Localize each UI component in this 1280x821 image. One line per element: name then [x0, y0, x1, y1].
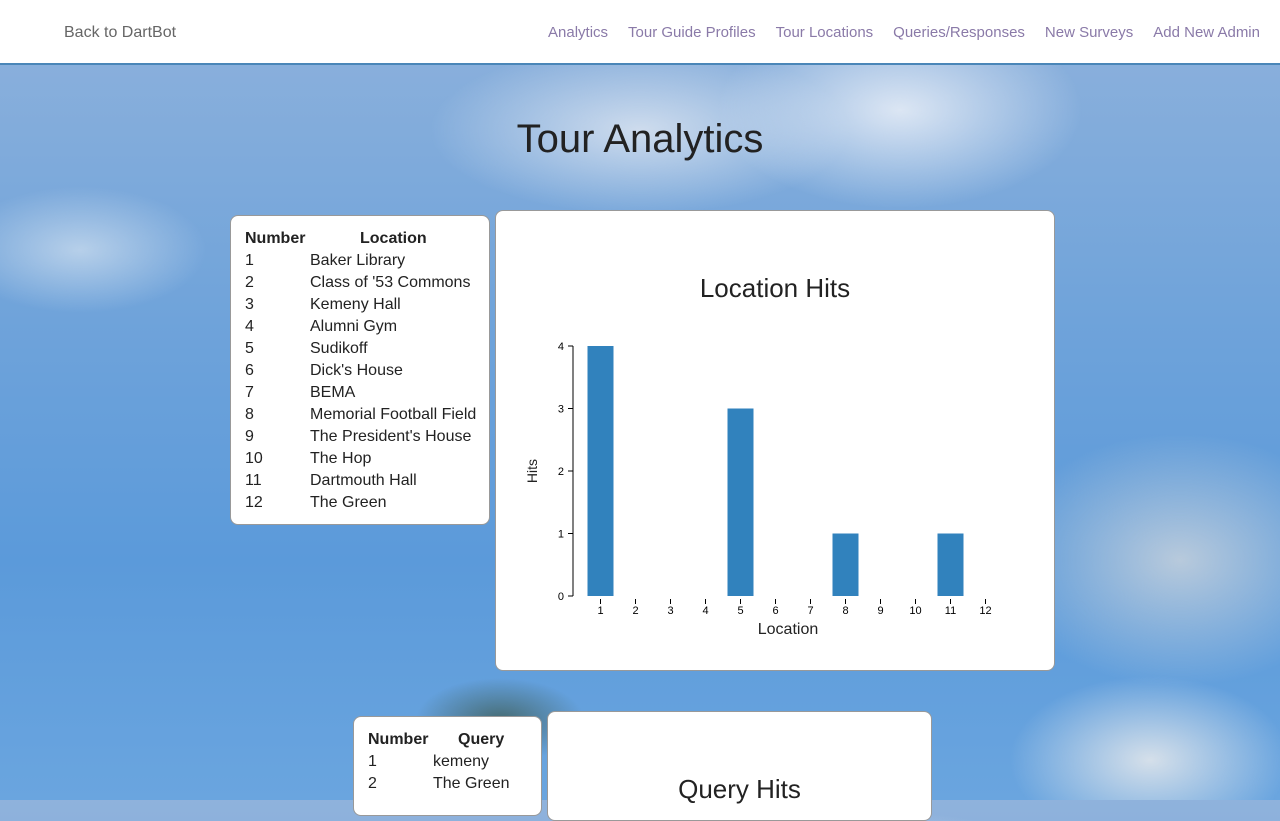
y-tick-label: 4: [558, 341, 564, 353]
table-row: 2 The Green: [368, 773, 509, 795]
page-title: Tour Analytics: [516, 117, 764, 161]
bar: [587, 346, 614, 596]
row-number: 2: [368, 775, 377, 792]
table-row: 8 Memorial Football Field: [245, 404, 476, 426]
row-number: 6: [245, 362, 254, 379]
nav-link-tour-guide-profiles[interactable]: Tour Guide Profiles: [628, 24, 756, 41]
table-row: 4 Alumni Gym: [245, 316, 476, 338]
bar: [727, 408, 754, 596]
row-location-name: Sudikoff: [310, 340, 368, 357]
x-tick-label: 12: [979, 605, 991, 617]
nav-link-tour-locations[interactable]: Tour Locations: [776, 24, 874, 41]
table-row: 9 The President's House: [245, 426, 476, 448]
row-number: 7: [245, 384, 254, 401]
row-location-name: BEMA: [310, 384, 356, 401]
table-header-row: Number Query: [368, 729, 509, 751]
column-header-query: Query: [458, 731, 505, 748]
row-location-name: The President's House: [310, 428, 472, 445]
y-tick-label: 0: [558, 591, 564, 603]
x-axis-label: Location: [758, 621, 819, 638]
x-tick-label: 5: [737, 605, 743, 617]
row-number: 3: [245, 296, 254, 313]
table-row: 1 kemeny: [368, 751, 509, 773]
nav-links: Analytics Tour Guide Profiles Tour Locat…: [548, 24, 1260, 41]
row-location-name: Memorial Football Field: [310, 406, 477, 423]
table-row: 11 Dartmouth Hall: [245, 470, 476, 492]
column-header-number: Number: [245, 230, 306, 247]
row-number: 2: [245, 274, 254, 291]
row-location-name: Class of '53 Commons: [310, 274, 471, 291]
row-location-name: Alumni Gym: [310, 318, 398, 335]
table-row: 6 Dick's House: [245, 360, 476, 382]
row-number: 12: [245, 494, 263, 511]
row-number: 5: [245, 340, 254, 357]
x-tick-label: 6: [772, 605, 778, 617]
table-row: 1 Baker Library: [245, 250, 476, 272]
row-number: 8: [245, 406, 254, 423]
table-row: 3 Kemeny Hall: [245, 294, 476, 316]
query-hits-chart-card: Query Hits: [547, 711, 932, 821]
navbar: Back to DartBot Analytics Tour Guide Pro…: [0, 0, 1280, 65]
row-number: 9: [245, 428, 254, 445]
row-location-name: The Green: [310, 494, 387, 511]
row-location-name: Dick's House: [310, 362, 403, 379]
row-number: 1: [368, 753, 377, 770]
x-tick-label: 7: [807, 605, 813, 617]
row-location-name: Baker Library: [310, 252, 406, 269]
nav-link-queries-responses[interactable]: Queries/Responses: [893, 24, 1025, 41]
table-header-row: Number Location: [245, 228, 476, 250]
x-tick-label: 8: [842, 605, 848, 617]
nav-link-new-surveys[interactable]: New Surveys: [1045, 24, 1133, 41]
table-row: 7 BEMA: [245, 382, 476, 404]
y-tick-label: 1: [558, 529, 564, 541]
nav-link-add-new-admin[interactable]: Add New Admin: [1153, 24, 1260, 41]
column-header-location: Location: [360, 230, 427, 247]
table-row: 2 Class of '53 Commons: [245, 272, 476, 294]
row-number: 10: [245, 450, 263, 467]
location-hits-chart: 012341 2 3 4 5 6 7 8 9 10 11 12LocationHits: [524, 341, 992, 638]
row-location-name: Kemeny Hall: [310, 296, 401, 313]
row-query-text: The Green: [433, 775, 510, 792]
bar: [832, 533, 859, 596]
x-tick-label: 2: [632, 605, 638, 617]
x-tick-label: 9: [877, 605, 883, 617]
x-tick-label: 4: [702, 605, 708, 617]
y-tick-label: 3: [558, 404, 564, 416]
x-tick-label: 10: [909, 605, 921, 617]
column-header-number: Number: [368, 731, 429, 748]
x-tick-label: 11: [945, 605, 956, 617]
query-legend-table: Number Query 1 kemeny 2 The Green: [368, 729, 509, 795]
location-legend-table: Number Location 1 Baker Library 2 Class of …: [245, 228, 476, 514]
query-chart-title: Query Hits: [678, 774, 801, 804]
row-number: 11: [245, 472, 262, 489]
row-location-name: The Hop: [310, 450, 372, 467]
table-row: 12 The Green: [245, 492, 476, 514]
location-hits-chart-card: Location Hits 0 1 2 3 4 1 2 3 4 5 6 7 8 9 10 11 12 Locati…: [495, 210, 1055, 671]
row-number: 4: [245, 318, 254, 335]
bar: [937, 533, 964, 596]
y-tick-label: 2: [558, 466, 564, 478]
table-row: 5 Sudikoff: [245, 338, 476, 360]
nav-link-analytics[interactable]: Analytics: [548, 24, 608, 41]
row-query-text: kemeny: [433, 753, 490, 770]
y-axis-label: Hits: [524, 459, 540, 483]
row-location-name: Dartmouth Hall: [310, 472, 417, 489]
location-legend-card: Number Location 1 Baker Library 2 Class of …: [230, 215, 490, 525]
x-tick-label: 3: [667, 605, 673, 617]
x-tick-label: 1: [597, 605, 603, 617]
query-legend-card: Number Query 1 kemeny 2 The Green: [353, 716, 542, 816]
row-number: 1: [245, 252, 254, 269]
back-to-dartbot-link[interactable]: Back to DartBot: [64, 24, 176, 42]
table-row: 10 The Hop: [245, 448, 476, 470]
